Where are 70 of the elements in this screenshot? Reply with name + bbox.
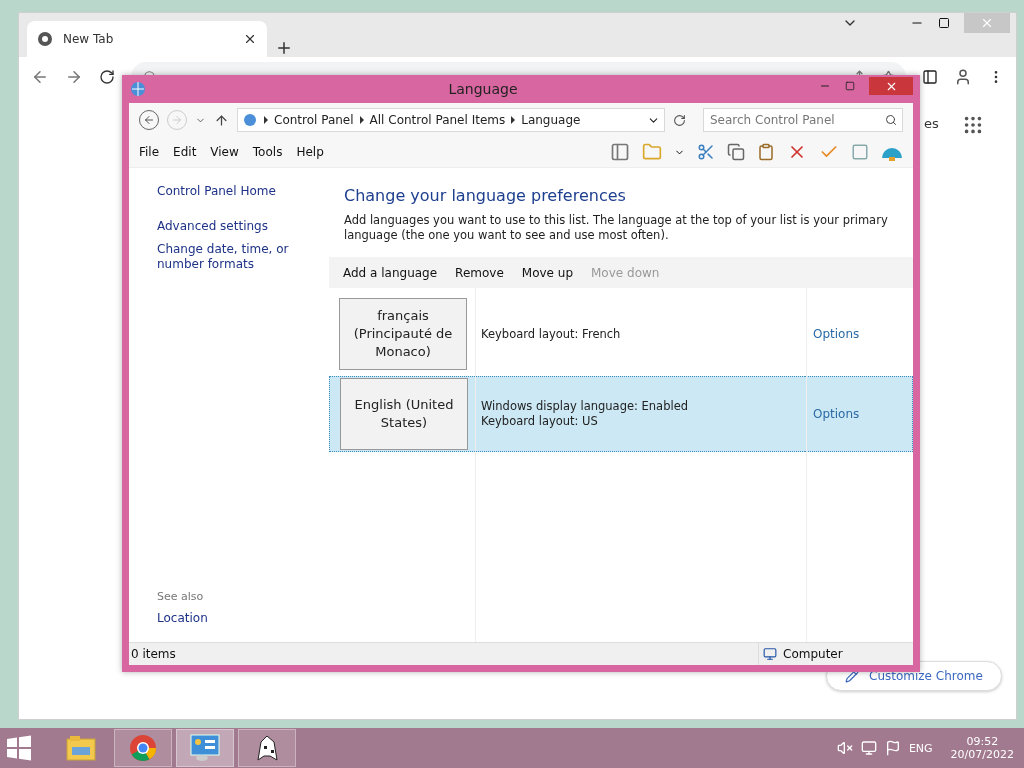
detail-text: Keyboard layout: US: [481, 414, 599, 429]
browser-tab[interactable]: New Tab: [27, 21, 267, 57]
network-icon[interactable]: [860, 740, 877, 756]
search-icon[interactable]: [885, 114, 897, 126]
tab-title: New Tab: [63, 32, 114, 46]
chrome-logo-icon: [37, 31, 53, 47]
menu-item[interactable]: Tools: [252, 145, 283, 159]
windows-logo-icon[interactable]: [6, 735, 32, 761]
sidebar-link[interactable]: Location: [157, 611, 321, 626]
close-icon[interactable]: [243, 32, 257, 46]
breadcrumb-item[interactable]: All Control Panel Items: [369, 113, 506, 127]
window-title: Language: [447, 81, 519, 97]
breadcrumb-item[interactable]: Language: [521, 113, 581, 127]
cut-icon[interactable]: [697, 143, 715, 161]
side-panel-icon[interactable]: [922, 69, 938, 85]
pencil-icon: [845, 669, 859, 683]
new-tab-icon[interactable]: [275, 39, 293, 57]
menu-item[interactable]: Help: [296, 145, 324, 159]
language-button[interactable]: English (United States): [340, 378, 468, 450]
action-button[interactable]: Remove: [455, 265, 504, 280]
sidebar-link[interactable]: Control Panel Home: [157, 184, 321, 199]
refresh-icon[interactable]: [673, 113, 686, 127]
language-indicator[interactable]: ENG: [908, 741, 933, 755]
action-button[interactable]: Add a language: [343, 265, 438, 280]
page-heading: Change your language preferences: [344, 186, 627, 205]
breadcrumb-item[interactable]: Control Panel: [274, 113, 354, 127]
options-link[interactable]: Options: [813, 407, 860, 421]
reload-icon[interactable]: [99, 69, 115, 85]
language-button[interactable]: français (Principauté de Monaco): [339, 298, 467, 370]
back-icon[interactable]: [31, 68, 49, 86]
apps-grid-icon[interactable]: [962, 114, 984, 136]
profile-icon[interactable]: [954, 68, 972, 86]
close-icon: [980, 16, 994, 30]
close-button[interactable]: [869, 77, 913, 95]
link-text[interactable]: es: [924, 116, 939, 131]
muted-speaker-icon[interactable]: [836, 740, 853, 756]
status-text: 0 items: [130, 647, 177, 661]
back-arrow-icon: [143, 114, 155, 126]
sidebar-link[interactable]: Advanced settings: [157, 219, 321, 234]
options-link[interactable]: Options: [813, 327, 860, 341]
menu-item[interactable]: File: [139, 145, 160, 159]
layout-icon[interactable]: [610, 142, 630, 162]
maximize-icon[interactable]: [938, 17, 950, 29]
detail-text: Keyboard layout: French: [481, 326, 621, 342]
control-panel-icon: [190, 734, 220, 762]
chevron-icon: [511, 116, 516, 124]
see-also-heading: See also: [157, 590, 205, 603]
description-text: Add languages you want to use to this list. The language at the top of your list is your primary language (the one you want to see and use most often).: [344, 213, 889, 243]
taskbar-app[interactable]: [238, 729, 296, 767]
forward-icon[interactable]: [65, 68, 83, 86]
flag-icon[interactable]: [884, 740, 901, 756]
breadcrumb-bar[interactable]: Control Panel All Control Panel Items Language: [237, 108, 665, 132]
clock[interactable]: 09:52 20/07/2022: [950, 735, 1014, 761]
sidebar-link[interactable]: Change date, time, or number formats: [157, 242, 321, 272]
menu-item[interactable]: View: [210, 145, 239, 159]
forward-arrow-icon: [171, 114, 183, 126]
location-text: Computer: [783, 647, 843, 661]
folder-icon: [66, 735, 96, 761]
chrome-icon: [129, 734, 157, 762]
search-field[interactable]: Search Control Panel: [703, 108, 903, 132]
up-icon[interactable]: [214, 112, 229, 128]
copy-icon[interactable]: [727, 143, 745, 161]
paste-icon[interactable]: [757, 143, 775, 161]
action-button[interactable]: Move up: [521, 265, 573, 280]
chevron-icon: [264, 116, 268, 124]
language-row[interactable]: English (United States): [329, 376, 475, 452]
chevron-icon: [359, 116, 364, 124]
computer-icon: [763, 647, 777, 661]
detail-text: Windows display language: Enabled: [481, 399, 689, 414]
menu-item[interactable]: Edit: [173, 145, 197, 159]
